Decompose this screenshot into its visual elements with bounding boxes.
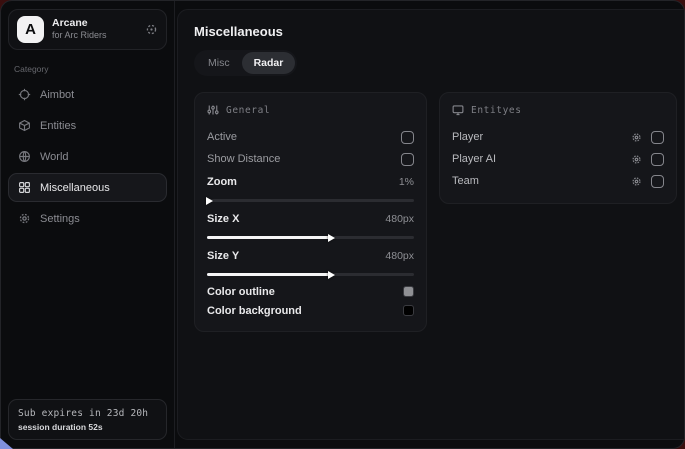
sidebar-item-aimbot[interactable]: Aimbot [8, 80, 167, 109]
category-label: Category [14, 64, 161, 74]
size-y-slider-group: Size Y 480px [207, 245, 414, 276]
team-checkbox[interactable] [651, 175, 664, 188]
app-window: A Arcane for Arc Riders Category Aimbot [0, 0, 685, 449]
slider-label: Size Y [207, 250, 239, 262]
app-subtitle: for Arc Riders [52, 30, 137, 41]
app-logo: A [17, 16, 44, 43]
entity-row-team: Team [452, 170, 664, 192]
gear-icon[interactable] [631, 132, 642, 143]
globe-icon [18, 150, 31, 163]
toggle-row-active: Active [207, 126, 414, 148]
color-row-background: Color background [207, 301, 414, 320]
size-y-slider[interactable] [207, 273, 414, 276]
gear-icon[interactable] [631, 176, 642, 187]
active-checkbox[interactable] [401, 131, 414, 144]
sliders-icon [207, 104, 219, 116]
entity-label: Player [452, 131, 483, 143]
sidebar-item-world[interactable]: World [8, 142, 167, 171]
gear-icon[interactable] [631, 154, 642, 165]
sidebar-nav: Aimbot Entities World [8, 80, 167, 233]
general-panel: General Active Show Distance Zoom 1% [194, 92, 427, 332]
entities-icon [18, 119, 31, 132]
slider-label: Zoom [207, 176, 237, 188]
monitor-icon [452, 104, 464, 116]
entity-row-player: Player [452, 126, 664, 148]
app-title: Arcane [52, 17, 137, 30]
player-checkbox[interactable] [651, 131, 664, 144]
slider-thumb[interactable] [206, 197, 213, 205]
entities-panel-title: Entityes [471, 105, 522, 116]
page-title: Miscellaneous [194, 24, 677, 39]
sidebar-item-miscellaneous[interactable]: Miscellaneous [8, 173, 167, 202]
sidebar-item-label: Aimbot [40, 89, 74, 101]
toggle-row-show-distance: Show Distance [207, 148, 414, 170]
size-x-slider-group: Size X 480px [207, 208, 414, 239]
sidebar: A Arcane for Arc Riders Category Aimbot [1, 1, 175, 448]
sidebar-item-label: Miscellaneous [40, 182, 110, 194]
gear-icon [18, 212, 31, 225]
toggle-label: Active [207, 131, 237, 143]
sidebar-item-entities[interactable]: Entities [8, 111, 167, 140]
player-ai-checkbox[interactable] [651, 153, 664, 166]
slider-thumb[interactable] [328, 234, 335, 242]
slider-value: 1% [399, 176, 414, 188]
background-color-swatch[interactable] [403, 305, 414, 316]
sidebar-item-settings[interactable]: Settings [8, 204, 167, 233]
slider-thumb[interactable] [328, 271, 335, 279]
subscription-expiry: Sub expires in 23d 20h [18, 408, 157, 419]
show-distance-checkbox[interactable] [401, 153, 414, 166]
tab-radar[interactable]: Radar [242, 52, 296, 74]
entity-label: Player AI [452, 153, 496, 165]
zoom-slider-group: Zoom 1% [207, 171, 414, 202]
sidebar-item-label: Settings [40, 213, 80, 225]
slider-label: Size X [207, 213, 239, 225]
sidebar-item-label: Entities [40, 120, 76, 132]
session-duration: session duration 52s [18, 422, 157, 432]
general-panel-title: General [226, 105, 270, 116]
zoom-slider[interactable] [207, 199, 414, 202]
sidebar-item-label: World [40, 151, 69, 163]
grid-icon [18, 181, 31, 194]
main-panel: Miscellaneous Misc Radar General [177, 9, 685, 440]
color-row-outline: Color outline [207, 282, 414, 301]
toggle-label: Show Distance [207, 153, 280, 165]
color-label: Color background [207, 305, 302, 317]
tab-misc[interactable]: Misc [196, 52, 242, 74]
crosshair-icon [18, 88, 31, 101]
entity-label: Team [452, 175, 479, 187]
slider-value: 480px [385, 213, 414, 225]
color-label: Color outline [207, 286, 275, 298]
outline-color-swatch[interactable] [403, 286, 414, 297]
tab-bar: Misc Radar [194, 50, 297, 76]
entity-row-player-ai: Player AI [452, 148, 664, 170]
target-icon[interactable] [145, 23, 158, 36]
entities-panel: Entityes Player Player AI [439, 92, 677, 204]
size-x-slider[interactable] [207, 236, 414, 239]
subscription-card: Sub expires in 23d 20h session duration … [8, 399, 167, 440]
slider-value: 480px [385, 250, 414, 262]
logo-card: A Arcane for Arc Riders [8, 9, 167, 50]
